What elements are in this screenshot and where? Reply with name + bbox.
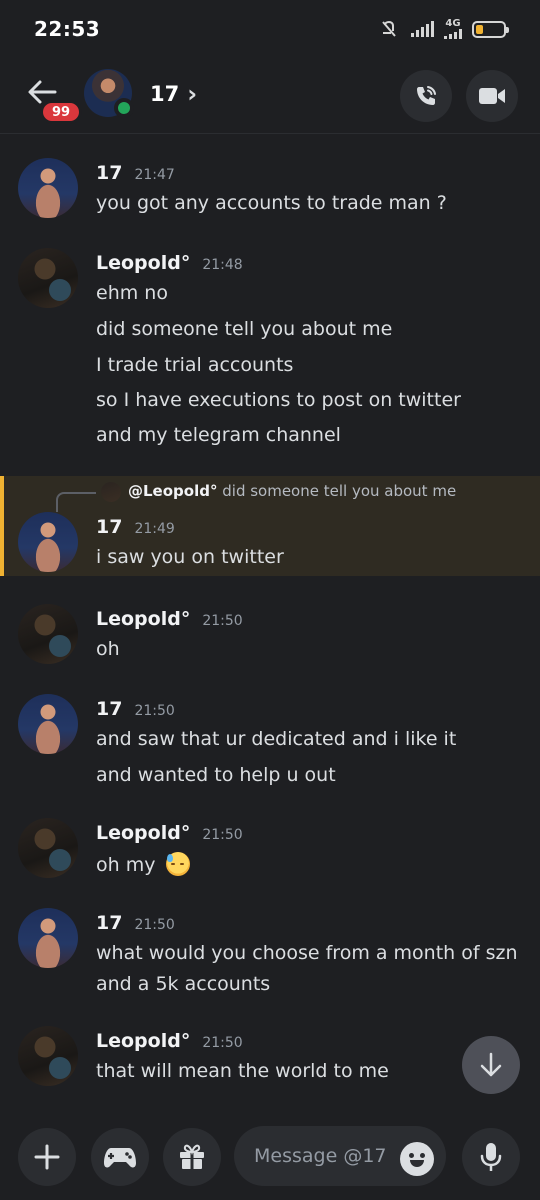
message-text: that will mean the world to me: [96, 1060, 389, 1082]
author-name[interactable]: Leopold°: [96, 1030, 190, 1052]
chevron-right-icon: ›: [187, 80, 198, 108]
message-group: Leopold° 21:50 oh: [0, 604, 540, 674]
message-text: and a 5k accounts: [96, 973, 271, 995]
author-name[interactable]: 17: [96, 912, 122, 934]
online-status-dot: [114, 98, 134, 118]
battery-icon: [472, 20, 509, 38]
timestamp: 21:50: [202, 827, 243, 843]
message-text: you got any accounts to trade man ?: [96, 192, 447, 214]
mute-vibrate-icon: [382, 20, 396, 37]
avatar[interactable]: [18, 512, 78, 572]
timestamp: 21:50: [134, 917, 175, 933]
message-group: Leopold° 21:50 oh my: [0, 818, 540, 888]
timestamp: 21:49: [134, 521, 175, 537]
voice-call-button[interactable]: [400, 70, 452, 122]
channel-name: 17: [150, 82, 180, 106]
activities-button[interactable]: [91, 1128, 149, 1186]
message-text: and my telegram channel: [96, 424, 341, 446]
reply-snippet: did someone tell you about me: [222, 482, 457, 500]
author-name[interactable]: 17: [96, 516, 122, 538]
message-text: so I have executions to post on twitter: [96, 389, 461, 411]
message-composer: Message @17: [0, 1112, 540, 1200]
gamepad-icon: [104, 1148, 136, 1168]
video-call-button[interactable]: [466, 70, 518, 122]
reply-connector: [56, 492, 96, 512]
message-header: 17 21:47: [96, 162, 175, 184]
reply-author: @Leopold°: [128, 482, 218, 500]
message-text: and wanted to help u out: [96, 764, 336, 786]
downcast-face-with-sweat-icon[interactable]: [165, 852, 190, 876]
phone-icon: [417, 86, 436, 105]
timestamp: 21:50: [202, 1035, 243, 1051]
author-name[interactable]: Leopold°: [96, 822, 190, 844]
message-text: oh: [96, 638, 120, 660]
timestamp: 21:47: [134, 167, 175, 183]
message-group: 17 21:50 and saw that ur dedicated and i…: [0, 694, 540, 804]
network-type: 4G: [445, 18, 461, 29]
message-text: what would you choose from a month of sz…: [96, 942, 518, 964]
author-name[interactable]: Leopold°: [96, 608, 190, 630]
message-header: Leopold° 21:50: [96, 822, 243, 844]
gift-icon: [180, 1144, 204, 1169]
author-name[interactable]: Leopold°: [96, 252, 190, 274]
message-group: 17 21:50 what would you choose from a mo…: [0, 908, 540, 1018]
message-group: Leopold° 21:50 that will mean the world …: [0, 1026, 540, 1096]
message-header: 17 21:50: [96, 698, 175, 720]
avatar[interactable]: [18, 158, 78, 218]
message-group: 17 21:47 you got any accounts to trade m…: [0, 158, 540, 238]
timestamp: 21:48: [202, 257, 243, 273]
message-header: 17 21:49: [96, 516, 175, 538]
add-attachment-button[interactable]: [18, 1128, 76, 1186]
message-text: i saw you on twitter: [96, 546, 284, 568]
status-bar: 22:53 4G: [0, 0, 540, 58]
plus-icon: [34, 1144, 60, 1170]
signal-1-icon: [411, 21, 434, 37]
voice-message-button[interactable]: [462, 1128, 520, 1186]
gift-button[interactable]: [163, 1128, 221, 1186]
microphone-icon: [480, 1143, 502, 1171]
avatar[interactable]: [18, 604, 78, 664]
arrow-down-icon: [480, 1052, 502, 1077]
emoji-picker-icon[interactable]: [400, 1142, 434, 1176]
message-header: 17 21:50: [96, 912, 175, 934]
message-text: and saw that ur dedicated and i like it: [96, 728, 457, 750]
author-name[interactable]: 17: [96, 698, 122, 720]
author-name[interactable]: 17: [96, 162, 122, 184]
reply-avatar: [101, 482, 121, 502]
timestamp: 21:50: [134, 703, 175, 719]
reply-preview[interactable]: @Leopold° did someone tell you about me: [128, 482, 456, 500]
avatar[interactable]: [18, 248, 78, 308]
message-list[interactable]: 17 21:47 you got any accounts to trade m…: [0, 134, 540, 1114]
message-header: Leopold° 21:48: [96, 252, 243, 274]
message-text: ehm no: [96, 282, 168, 304]
message-text: did someone tell you about me: [96, 318, 393, 340]
message-header: Leopold° 21:50: [96, 608, 243, 630]
video-camera-icon: [479, 88, 505, 104]
avatar[interactable]: [18, 818, 78, 878]
message-group: Leopold° 21:48 ehm no did someone tell y…: [0, 248, 540, 458]
message-header: Leopold° 21:50: [96, 1030, 243, 1052]
message-text: I trade trial accounts: [96, 354, 294, 376]
message-text-content: oh my: [96, 854, 156, 876]
avatar[interactable]: [18, 1026, 78, 1086]
channel-title[interactable]: 17 ›: [150, 80, 197, 108]
message-input-placeholder: Message @17: [254, 1145, 387, 1167]
timestamp: 21:50: [202, 613, 243, 629]
avatar[interactable]: [18, 694, 78, 754]
chat-header: 99 17 ›: [0, 58, 540, 134]
network-indicator: 4G: [444, 19, 462, 39]
message-text: oh my: [96, 852, 190, 876]
status-time: 22:53: [34, 17, 101, 41]
jump-to-bottom-button[interactable]: [462, 1036, 520, 1094]
signal-2-icon: [444, 29, 462, 39]
avatar[interactable]: [18, 908, 78, 968]
mention-highlight-message: @Leopold° did someone tell you about me …: [0, 476, 540, 576]
unread-badge: 99: [40, 100, 82, 124]
status-icons: 4G: [377, 19, 509, 39]
